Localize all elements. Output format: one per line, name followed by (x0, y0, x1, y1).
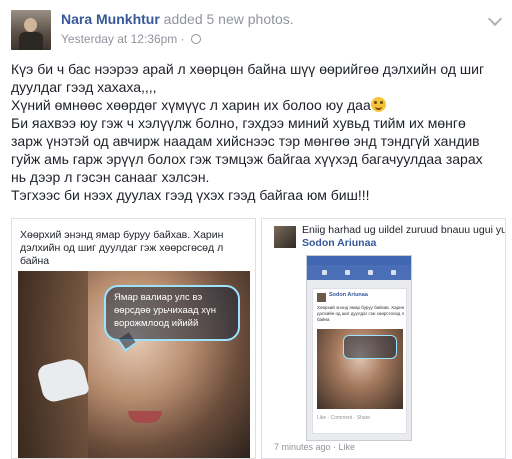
commenter-avatar (274, 226, 296, 248)
nav-icon (368, 270, 373, 275)
nav-icon (345, 270, 350, 275)
phone-nav-bar (307, 265, 411, 280)
post-text-line: гуйж амь гарж эрүүл болох гэж тэмцэж бай… (11, 151, 483, 167)
globe-icon[interactable] (190, 34, 201, 44)
mouth-shape (128, 411, 162, 423)
commenter-name: Sodon Ariunaa (302, 237, 377, 249)
post-text-line: нь дээр л гэсэн санааг хэлсэн. (11, 169, 210, 185)
post-text-line: Күэ би ч бас нээрээ арай л хөөрцөн байна… (11, 61, 485, 77)
phone-status-bar (307, 256, 411, 265)
grinning-emoji-icon (370, 97, 386, 112)
mini-post-text: Хөөрхий энэнд ямар буруу байхав. Харин д… (317, 305, 405, 322)
photo-left[interactable]: Хөөрхий энэнд ямар буруу байхав. Харин д… (11, 218, 256, 459)
mini-crying-singer-image (317, 329, 403, 409)
speech-bubble: Ямар валиар улс вэ өөрсдөө урьчихаад хүн… (104, 285, 240, 341)
author-avatar[interactable] (11, 10, 51, 50)
nav-icon (391, 270, 396, 275)
post-text-line: зарж үнэтэй од авчирж наадам хийснээс тэ… (11, 133, 480, 149)
chevron-down-icon[interactable] (488, 14, 502, 28)
post-text-line-content: Хүний өмнөөс хөөрдөг хүмүүс л харин их б… (11, 97, 371, 113)
comment-line: Eniig harhad ug uildel zuruud bnauu ugui… (302, 224, 506, 236)
mini-speech-bubble (343, 335, 397, 359)
post-header: Nara Munkhtur added 5 new photos. (61, 11, 294, 27)
mini-avatar (317, 293, 326, 302)
phone-post-card: Sodon Ariunaa Хөөрхий энэнд ямар буруу б… (312, 288, 407, 434)
nav-icon (322, 270, 327, 275)
post-text-line: Тэгхээс би нээх дуулах гээд үхэх гээд ба… (11, 187, 370, 203)
like-link: Like (338, 442, 356, 452)
comment-time: 7 minutes ago (274, 442, 331, 452)
mini-author-name: Sodon Ariunaa (329, 292, 368, 298)
post-timestamp-link[interactable]: Yesterday at 12:36pm (61, 32, 177, 46)
comment-meta: 7 minutes ago · Like (274, 442, 356, 452)
facebook-post: Nara Munkhtur added 5 new photos. Yester… (0, 0, 512, 459)
post-meta: Yesterday at 12:36pm · (61, 32, 201, 46)
post-text-line: дуулдаг гээд хахаха,,,, (11, 79, 157, 95)
post-text-line: Би яахвээ юу гэж ч хэлүүлж болно, гэхдээ… (11, 115, 466, 131)
post-text: Күэ би ч бас нээрээ арай л хөөрцөн байна… (11, 60, 503, 204)
comment-text: Eniig harhad ug uildel zuruud bnauu ugui… (302, 224, 506, 250)
meta-separator: · (177, 32, 188, 46)
post-text-line: Хүний өмнөөс хөөрдөг хүмүүс л харин их б… (11, 96, 503, 114)
author-name-link[interactable]: Nara Munkhtur (61, 11, 160, 27)
mini-action-bar: Like · Comment · Share (317, 415, 371, 421)
avatar-head (24, 18, 37, 32)
post-action-text: added 5 new photos. (159, 11, 294, 27)
photo-right[interactable]: Eniig harhad ug uildel zuruud bnauu ugui… (261, 218, 506, 459)
phone-screenshot: Sodon Ariunaa Хөөрхий энэнд ямар буруу б… (306, 255, 412, 441)
crying-singer-image: Ямар валиар улс вэ өөрсдөө урьчихаад хүн… (18, 271, 250, 458)
photo-caption: Хөөрхий энэнд ямар буруу байхав. Харин д… (20, 229, 242, 268)
avatar-body (19, 32, 43, 50)
